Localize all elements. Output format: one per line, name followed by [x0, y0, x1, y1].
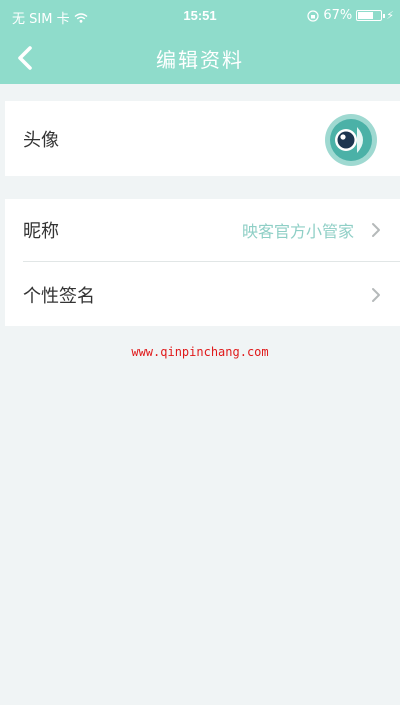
chevron-right-icon: [372, 223, 380, 237]
status-bar: 无 SIM 卡 15:51 67% ⚡: [0, 0, 400, 34]
nickname-row[interactable]: 昵称 映客官方小管家: [5, 199, 400, 261]
avatar[interactable]: [324, 113, 378, 167]
watermark-text: www.qinpinchang.com: [131, 345, 269, 359]
nickname-label: 昵称: [23, 221, 59, 242]
page-title: 编辑资料: [156, 48, 244, 72]
battery-percent: 67%: [323, 8, 353, 23]
signature-label: 个性签名: [23, 285, 95, 307]
charging-bolt-icon: ⚡: [386, 9, 394, 22]
battery-tip: [383, 14, 386, 18]
signature-row[interactable]: 个性签名: [5, 263, 400, 326]
avatar-row[interactable]: 头像: [5, 101, 400, 176]
nickname-value: 映客官方小管家: [241, 222, 354, 241]
battery-fill: [358, 12, 374, 19]
rotation-lock-icon: [307, 9, 319, 22]
nav-bar: 编辑资料: [0, 34, 400, 82]
status-right: 67% ⚡: [307, 8, 394, 23]
divider: [23, 261, 400, 262]
battery-icon: [356, 10, 386, 21]
chevron-right-icon: [372, 287, 380, 302]
avatar-label: 头像: [23, 129, 59, 151]
top-bar: 无 SIM 卡 15:51 67% ⚡ 编辑资料: [0, 0, 400, 84]
avatar-section: 头像: [5, 101, 400, 176]
info-section: 昵称 映客官方小管家 个性签名: [5, 199, 400, 326]
